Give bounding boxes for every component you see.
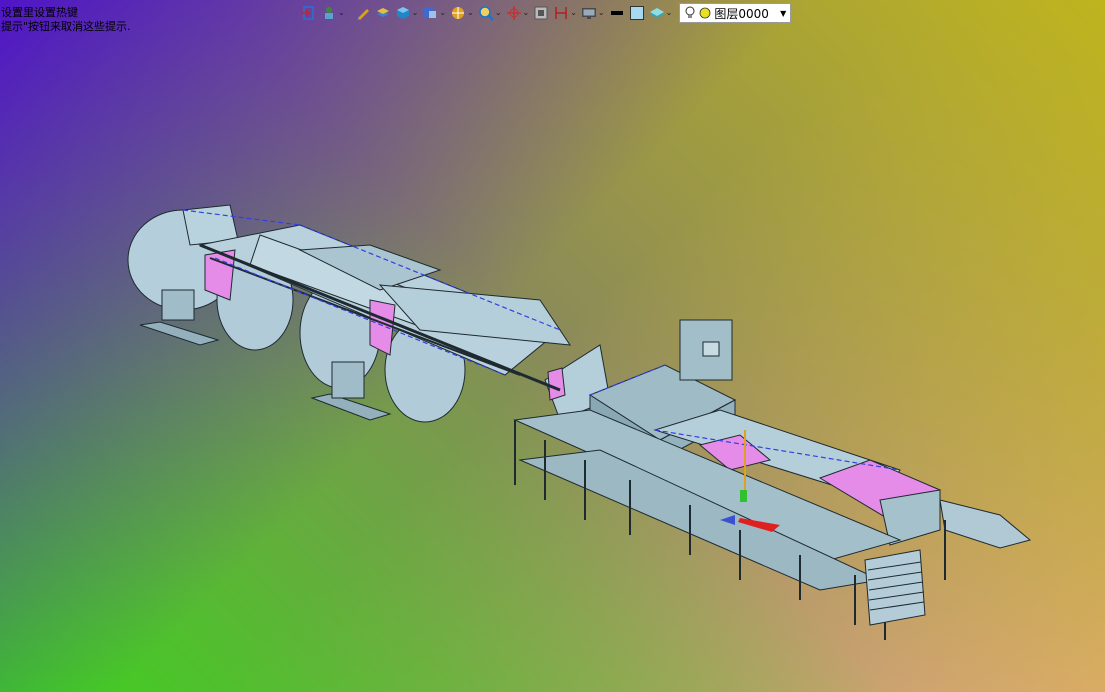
hint-text: 设置里设置热键 提示"按钮来取消这些提示. <box>1 6 131 34</box>
chevron-down-icon[interactable]: ⌄ <box>523 9 530 17</box>
rotate-button[interactable]: ⌄ <box>505 3 531 23</box>
hint-line-1: 设置里设置热键 <box>1 6 78 19</box>
exit-platform <box>939 499 1032 549</box>
solid-view-button[interactable]: ⌄ <box>394 3 420 23</box>
sketch-button[interactable] <box>354 3 372 23</box>
roll-stand-2 <box>331 361 365 399</box>
render-button[interactable]: ⌄ <box>449 3 475 23</box>
rotate-axis-icon <box>506 6 521 20</box>
hint-line-2: 提示"按钮来取消这些提示. <box>1 20 131 33</box>
chevron-down-icon[interactable]: ⌄ <box>495 9 502 17</box>
roll-stand-1 <box>161 289 195 321</box>
chevron-down-icon[interactable]: ⌄ <box>439 9 446 17</box>
sun-icon[interactable] <box>699 7 711 19</box>
section-button[interactable] <box>532 3 550 23</box>
layer-manager-icon <box>649 8 664 18</box>
dimension-button[interactable]: ⌄ <box>552 3 578 23</box>
render-sphere-icon <box>452 7 465 19</box>
display-icon <box>581 8 596 19</box>
cube-icon <box>396 7 409 19</box>
exit-icon <box>302 6 314 20</box>
exit-button[interactable] <box>300 3 318 23</box>
line-weight-button[interactable] <box>608 3 626 23</box>
zoom-button[interactable]: ⌄ <box>477 3 503 23</box>
stairs <box>864 549 926 626</box>
color-swatch-icon <box>629 6 644 20</box>
chevron-down-icon[interactable]: ⌄ <box>412 9 419 17</box>
layer-name: 图层0000 <box>714 6 769 21</box>
pointer-icon <box>325 7 333 19</box>
machine-model[interactable] <box>0 0 1105 692</box>
3d-viewport[interactable]: 设置里设置热键 提示"按钮来取消这些提示. ⌄ ⌄ ⌄ ⌄ ⌄ ⌄ ⌄ ⌄ ⌄ … <box>0 0 1105 692</box>
view-cube-icon <box>424 8 437 18</box>
layer-stack-icon <box>376 8 389 17</box>
chevron-down-icon[interactable]: ▼ <box>780 9 786 18</box>
color-button[interactable] <box>628 3 646 23</box>
view-toolbar: ⌄ ⌄ ⌄ ⌄ ⌄ ⌄ ⌄ ⌄ ⌄ 图层0000 ▼ <box>300 2 792 24</box>
layer-manager-button[interactable]: ⌄ <box>648 3 674 23</box>
chevron-down-icon[interactable]: ⌄ <box>598 9 605 17</box>
lightbulb-icon[interactable] <box>684 6 696 20</box>
select-mode-button[interactable]: ⌄ <box>320 3 346 23</box>
chevron-down-icon[interactable]: ⌄ <box>467 9 474 17</box>
chevron-down-icon[interactable]: ⌄ <box>338 9 345 17</box>
pencil-icon <box>356 9 369 20</box>
dimension-icon <box>555 7 567 19</box>
display-button[interactable]: ⌄ <box>580 3 606 23</box>
layer-selector[interactable]: 图层0000 ▼ <box>679 3 792 23</box>
view-orientation-button[interactable]: ⌄ <box>421 3 447 23</box>
section-icon <box>534 6 548 20</box>
line-weight-icon <box>610 11 623 15</box>
zoom-icon <box>479 6 494 21</box>
layers-button[interactable] <box>374 3 392 23</box>
chevron-down-icon[interactable]: ⌄ <box>570 9 577 17</box>
chevron-down-icon[interactable]: ⌄ <box>666 9 673 17</box>
